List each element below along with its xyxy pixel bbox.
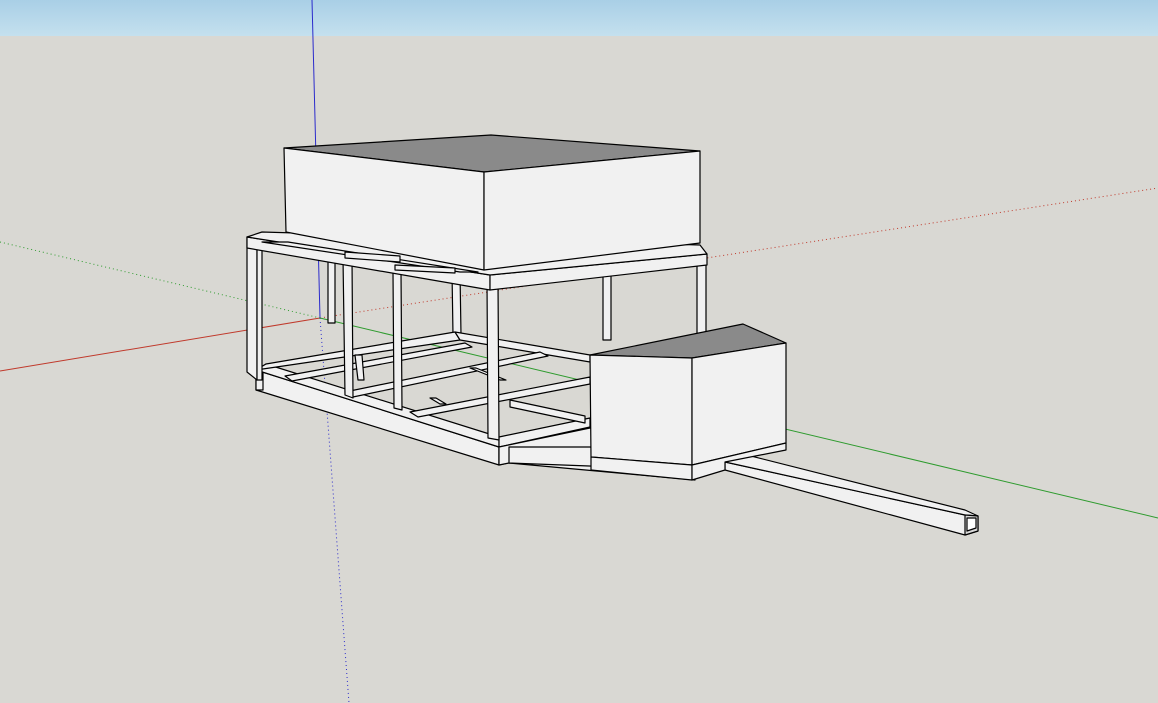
corner-post-left <box>246 236 258 381</box>
sketchup-3d-viewport[interactable] <box>0 0 1158 703</box>
post <box>392 271 403 411</box>
ground-plane <box>0 36 1158 703</box>
sky <box>0 0 1158 36</box>
corner-post-left-side <box>256 243 263 381</box>
storage-box-front <box>589 354 693 466</box>
post <box>486 281 500 441</box>
post <box>342 257 354 399</box>
